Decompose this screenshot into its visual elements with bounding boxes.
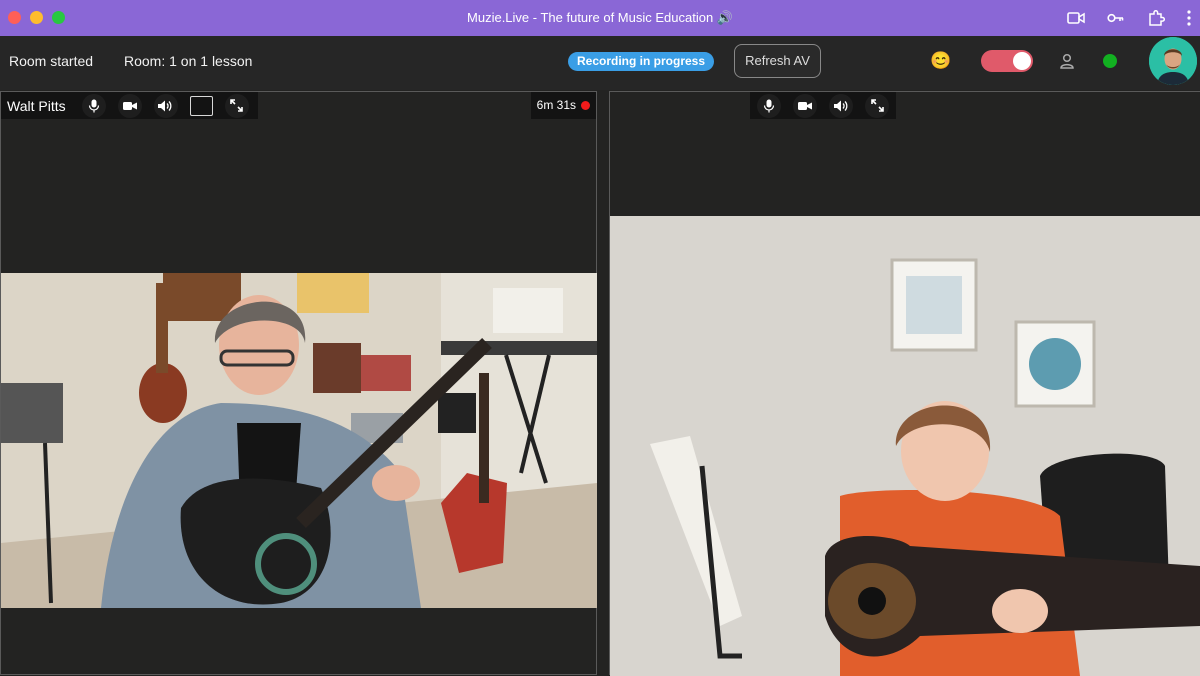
microphone-icon[interactable] [757,93,781,118]
camera-icon[interactable] [1066,8,1086,28]
avatar[interactable] [1149,37,1197,85]
fullscreen-icon[interactable] [865,93,889,118]
room-status-label: Room started [9,53,94,69]
timer-label: 6m 31s [536,98,576,112]
refresh-av-button[interactable]: Refresh AV [734,44,821,78]
speaker-icon[interactable] [153,93,178,118]
window-titlebar: Muzie.Live - The future of Music Educati… [0,0,1200,36]
recording-timer: 6m 31s [530,92,596,119]
speaker-icon[interactable] [829,93,853,118]
participant-name: Walt Pitts [7,97,66,114]
emoji-reaction-button[interactable]: 😊 [930,51,951,71]
window-title: Muzie.Live - The future of Music Educati… [467,10,733,25]
extension-icon[interactable] [1146,8,1166,28]
more-icon[interactable] [1183,8,1195,28]
room-name-label: Room: 1 on 1 lesson [124,53,253,69]
connection-status-indicator [1103,54,1117,68]
key-icon[interactable] [1106,8,1126,28]
microphone-icon[interactable] [81,93,106,118]
mode-toggle[interactable] [981,50,1033,72]
student-video-feed [610,216,1200,676]
person-icon[interactable] [1058,52,1076,70]
participant-controls: Walt Pitts [1,92,258,119]
recording-dot [581,101,590,110]
screen-share-button[interactable] [189,95,213,116]
participant-controls [750,92,896,119]
student-video-panel [609,91,1200,676]
teacher-video-feed [1,273,597,608]
camera-icon[interactable] [793,93,817,118]
camera-icon[interactable] [117,93,142,118]
teacher-video-panel: Walt Pitts 6m 31s [0,91,597,675]
fullscreen-icon[interactable] [224,93,249,118]
recording-badge: Recording in progress [568,52,715,71]
